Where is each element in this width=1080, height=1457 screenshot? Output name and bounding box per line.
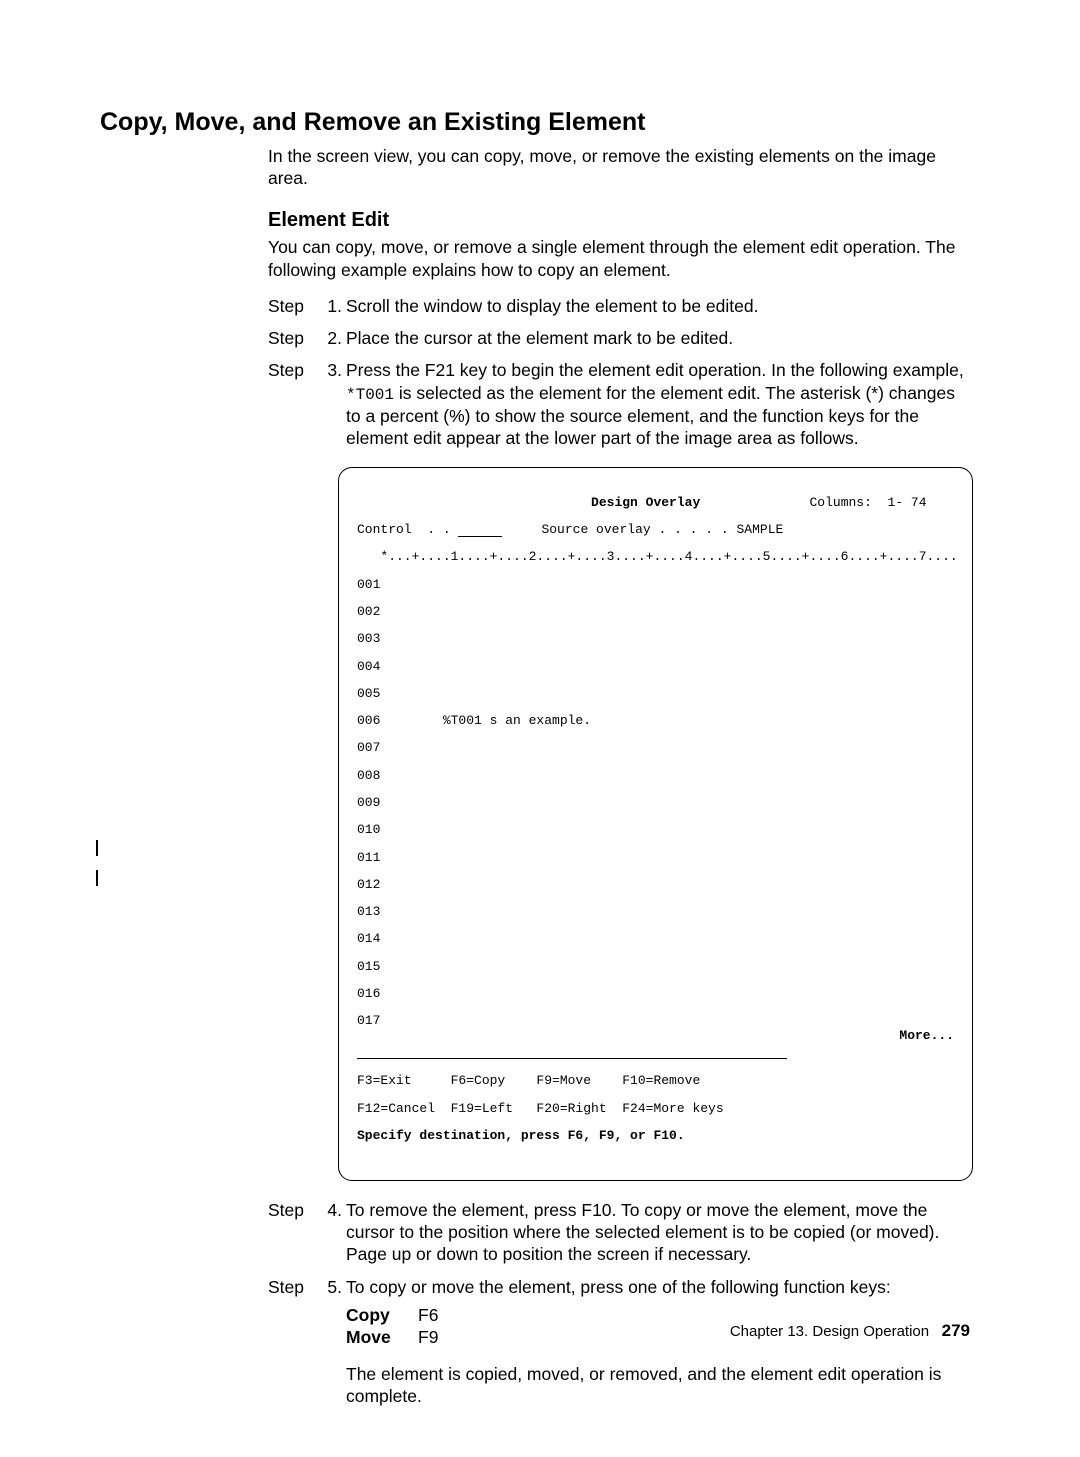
fkey-name-copy: Copy	[346, 1304, 418, 1326]
step-label: Step	[268, 1276, 316, 1407]
step-label: Step	[268, 327, 316, 349]
step-body: Scroll the window to display the element…	[346, 295, 973, 317]
terminal-row: 010	[357, 823, 954, 837]
terminal-fkeys-2: F12=Cancel F19=Left F20=Right F24=More k…	[357, 1102, 954, 1116]
terminal-row: 014	[357, 932, 954, 946]
terminal-columns-value: 1- 74	[888, 495, 927, 510]
terminal-row: 013	[357, 905, 954, 919]
fkey-name-move: Move	[346, 1326, 418, 1348]
step3-after: is selected as the element for the eleme…	[346, 383, 955, 449]
step3-before: Press the F21 key to begin the element e…	[346, 360, 964, 380]
step-num: 5.	[316, 1276, 346, 1407]
step-num: 1.	[316, 295, 346, 317]
terminal-row: 004	[357, 660, 954, 674]
subhead-element-edit: Element Edit	[268, 209, 973, 232]
step-label: Step	[268, 295, 316, 317]
step-row: Step 1. Scroll the window to display the…	[268, 295, 973, 317]
step-num: 4.	[316, 1199, 346, 1266]
terminal-row: 005	[357, 687, 954, 701]
terminal-row: 006 %T001 s an example.	[357, 714, 954, 728]
terminal-row: 003	[357, 632, 954, 646]
terminal-control-input[interactable]	[458, 536, 502, 537]
step-body: Press the F21 key to begin the element e…	[346, 359, 973, 449]
terminal-columns-label: Columns:	[809, 495, 871, 510]
step5-text: To copy or move the element, press one o…	[346, 1277, 891, 1297]
fkey-key-move: F9	[418, 1326, 438, 1348]
terminal-source-label: Source overlay . . . . . SAMPLE	[541, 522, 783, 537]
terminal-more: More...	[357, 1029, 954, 1043]
terminal-control-line: Control . . Source overlay . . . . . SAM…	[357, 523, 954, 537]
step3-code: *T001	[346, 386, 394, 404]
step-num: 3.	[316, 359, 346, 449]
step-row: Step 4. To remove the element, press F10…	[268, 1199, 973, 1266]
terminal-row: 016	[357, 987, 954, 1001]
terminal-title: Design Overlay	[591, 495, 700, 510]
step-row: Step 2. Place the cursor at the element …	[268, 327, 973, 349]
step-body: Place the cursor at the element mark to …	[346, 327, 973, 349]
terminal-row: 008	[357, 769, 954, 783]
terminal-row: 017	[357, 1014, 954, 1028]
step-body: To copy or move the element, press one o…	[346, 1276, 973, 1407]
change-bar-icon	[96, 840, 98, 856]
footer-page-number: 279	[942, 1321, 970, 1340]
terminal-divider	[357, 1058, 787, 1059]
step-label: Step	[268, 359, 316, 449]
intro-para: In the screen view, you can copy, move, …	[268, 145, 973, 189]
step-body: To remove the element, press F10. To cop…	[346, 1199, 973, 1266]
terminal-ruler: *...+....1....+....2....+....3....+....4…	[357, 550, 954, 564]
terminal-row: 001	[357, 578, 954, 592]
step-list: Step 1. Scroll the window to display the…	[268, 295, 973, 449]
step-row: Step 5. To copy or move the element, pre…	[268, 1276, 973, 1407]
step-label: Step	[268, 1199, 316, 1266]
change-bar-icon	[96, 870, 98, 886]
terminal-row: 009	[357, 796, 954, 810]
terminal-header: Design Overlay Columns: 1- 74	[357, 496, 954, 510]
terminal-row: 015	[357, 960, 954, 974]
page-title: Copy, Move, and Remove an Existing Eleme…	[100, 108, 980, 137]
terminal-row: 011	[357, 851, 954, 865]
terminal-row: 007	[357, 741, 954, 755]
terminal-row: 002	[357, 605, 954, 619]
terminal-row: 012	[357, 878, 954, 892]
step-list-cont: Step 4. To remove the element, press F10…	[268, 1199, 973, 1407]
terminal-prompt: Specify destination, press F6, F9, or F1…	[357, 1129, 954, 1143]
step5-after: The element is copied, moved, or removed…	[346, 1364, 941, 1406]
subintro-para: You can copy, move, or remove a single e…	[268, 236, 973, 280]
terminal-control-label: Control . .	[357, 522, 451, 537]
terminal-fkeys-1: F3=Exit F6=Copy F9=Move F10=Remove	[357, 1074, 954, 1088]
step-num: 2.	[316, 327, 346, 349]
footer-chapter: Chapter 13. Design Operation	[730, 1323, 929, 1340]
step-row: Step 3. Press the F21 key to begin the e…	[268, 359, 973, 449]
fkey-key-copy: F6	[418, 1304, 438, 1326]
page-footer: Chapter 13. Design Operation 279	[730, 1321, 970, 1341]
terminal-screen: Design Overlay Columns: 1- 74 Control . …	[338, 467, 973, 1181]
